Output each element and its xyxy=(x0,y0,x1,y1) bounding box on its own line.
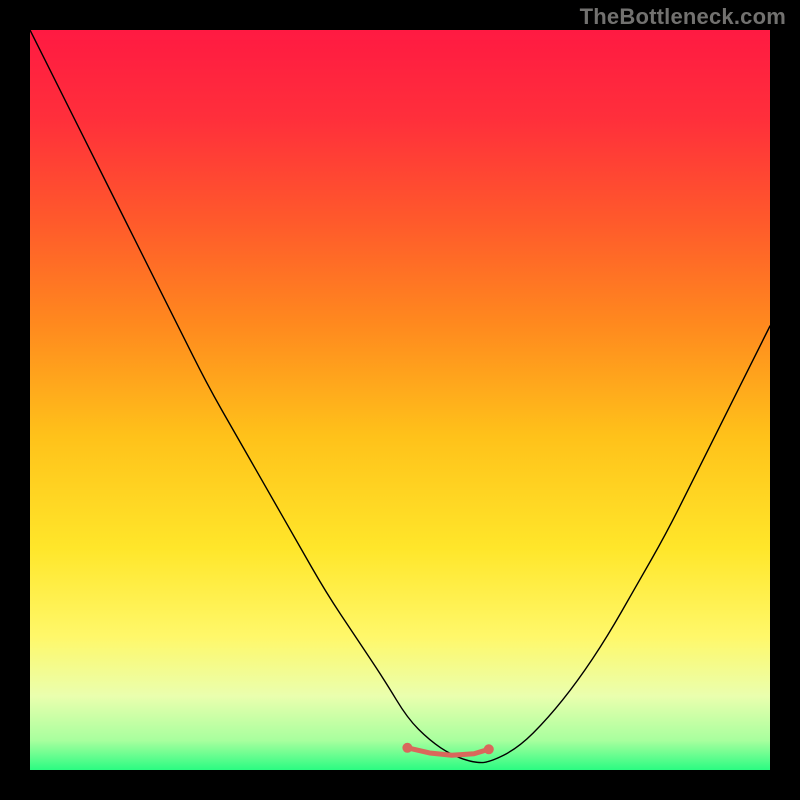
plot-background xyxy=(30,30,770,770)
plot-area xyxy=(30,30,770,770)
low-bottleneck-end-dot xyxy=(484,744,494,754)
low-bottleneck-start-dot xyxy=(402,743,412,753)
watermark-text: TheBottleneck.com xyxy=(580,4,786,30)
plot-svg-root xyxy=(30,30,770,770)
chart-frame: TheBottleneck.com xyxy=(0,0,800,800)
